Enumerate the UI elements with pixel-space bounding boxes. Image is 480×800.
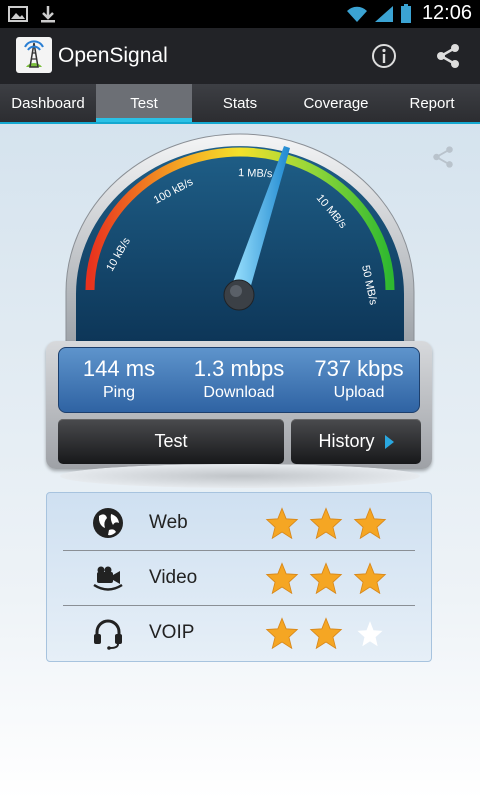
gauge-base (60, 464, 420, 488)
image-notification-icon (8, 6, 28, 22)
info-icon (372, 44, 396, 68)
tab-dashboard[interactable]: Dashboard (0, 84, 96, 122)
app-title: OpenSignal (58, 44, 168, 67)
test-screen: 10 kB/s 100 kB/s 1 MB/s 10 MB/s 50 MB/s … (0, 124, 480, 800)
clock: 12:06 (421, 2, 472, 24)
quality-ratings: Web Video VOIP (46, 492, 432, 662)
chevron-right-icon (384, 434, 394, 449)
status-bar: 12:06 (0, 0, 480, 28)
download-notification-icon (41, 6, 55, 23)
rating-label-web: Web (149, 512, 188, 533)
upload-metric: 737 kbps Upload (299, 348, 419, 412)
signal-icon (374, 5, 393, 22)
rating-row-voip: VOIP (47, 605, 431, 660)
info-button[interactable] (366, 38, 402, 74)
upload-label: Upload (333, 384, 385, 401)
rating-stars-video (265, 562, 387, 594)
history-label: History (318, 431, 375, 451)
results-panel: 144 ms Ping 1.3 mbps Download 737 kbps U… (46, 341, 432, 469)
test-button[interactable]: Test (58, 419, 284, 464)
star-filled-icon (265, 507, 299, 539)
tab-report[interactable]: Report (384, 84, 480, 122)
ping-label: Ping (102, 384, 136, 401)
share-icon (437, 44, 459, 68)
history-button[interactable]: History (291, 419, 421, 464)
results-readout: 144 ms Ping 1.3 mbps Download 737 kbps U… (58, 347, 420, 413)
ping-metric: 144 ms Ping (59, 348, 179, 412)
headset-icon (94, 619, 122, 650)
rating-label-video: Video (149, 567, 198, 588)
wifi-icon (346, 6, 367, 22)
tab-bar: Dashboard Test Stats Coverage Report (0, 84, 480, 122)
rating-row-web: Web (47, 495, 431, 550)
download-metric: 1.3 mbps Download (179, 348, 299, 412)
rating-stars-voip (265, 617, 387, 649)
download-label: Download (203, 384, 275, 401)
star-filled-icon (353, 562, 387, 594)
star-filled-icon (265, 562, 299, 594)
star-filled-icon (309, 617, 343, 649)
video-camera-icon (93, 566, 123, 591)
rating-label-voip: VOIP (149, 622, 195, 643)
tab-coverage[interactable]: Coverage (288, 84, 384, 122)
scale-label-1mbs: 1 MB/s (238, 167, 273, 180)
app-logo (16, 37, 52, 73)
tab-stats[interactable]: Stats (192, 84, 288, 122)
star-filled-icon (353, 507, 387, 539)
star-filled-icon (265, 617, 299, 649)
star-filled-icon (309, 562, 343, 594)
star-empty-icon (357, 621, 383, 647)
share-button[interactable] (430, 38, 466, 74)
rating-stars-web (265, 507, 387, 539)
download-value: 1.3 mbps (193, 356, 285, 381)
globe-icon (93, 508, 123, 538)
battery-icon (400, 3, 411, 23)
action-bar: OpenSignal (0, 28, 480, 84)
upload-value: 737 kbps (314, 356, 404, 381)
rating-row-video: Video (47, 550, 431, 605)
tab-test[interactable]: Test (96, 84, 192, 122)
star-filled-icon (309, 507, 343, 539)
ping-value: 144 ms (82, 356, 156, 381)
